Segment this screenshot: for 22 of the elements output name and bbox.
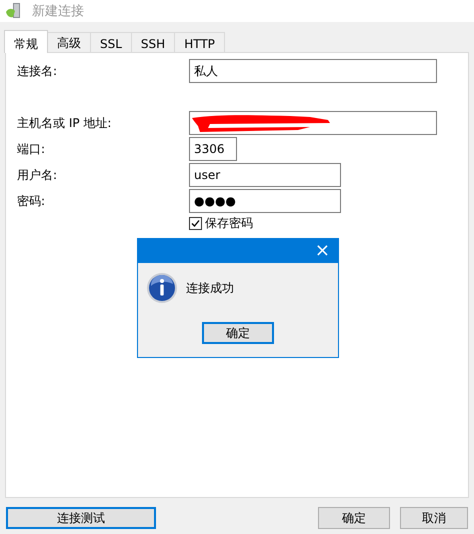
- field-label: 密码:: [17, 192, 46, 210]
- input-field[interactable]: [189, 111, 437, 135]
- test-connection-button[interactable]: 连接测试: [6, 507, 156, 529]
- ok-button[interactable]: 确定: [202, 322, 274, 344]
- field-label: 端口:: [17, 140, 46, 158]
- window-title: 新建连接: [32, 3, 84, 20]
- input-field[interactable]: 私人: [189, 59, 437, 83]
- input-field[interactable]: 3306: [189, 137, 237, 161]
- message-text: 连接成功: [186, 280, 234, 296]
- input-field[interactable]: ●●●●: [189, 189, 341, 213]
- tab[interactable]: 常规: [4, 30, 48, 53]
- info-icon: [146, 272, 178, 304]
- field-label: 连接名:: [17, 62, 58, 80]
- close-button[interactable]: ×: [306, 241, 338, 261]
- field-label: 用户名:: [17, 166, 58, 184]
- cancel-button[interactable]: 取消: [400, 507, 468, 529]
- field-label: 主机名或 IP 地址:: [17, 114, 112, 132]
- checkbox[interactable]: [189, 216, 202, 230]
- ok-button[interactable]: 确定: [318, 507, 390, 529]
- tab[interactable]: HTTP: [174, 32, 225, 52]
- checkbox-label: 保存密码: [205, 214, 253, 232]
- input-field[interactable]: user: [189, 163, 341, 187]
